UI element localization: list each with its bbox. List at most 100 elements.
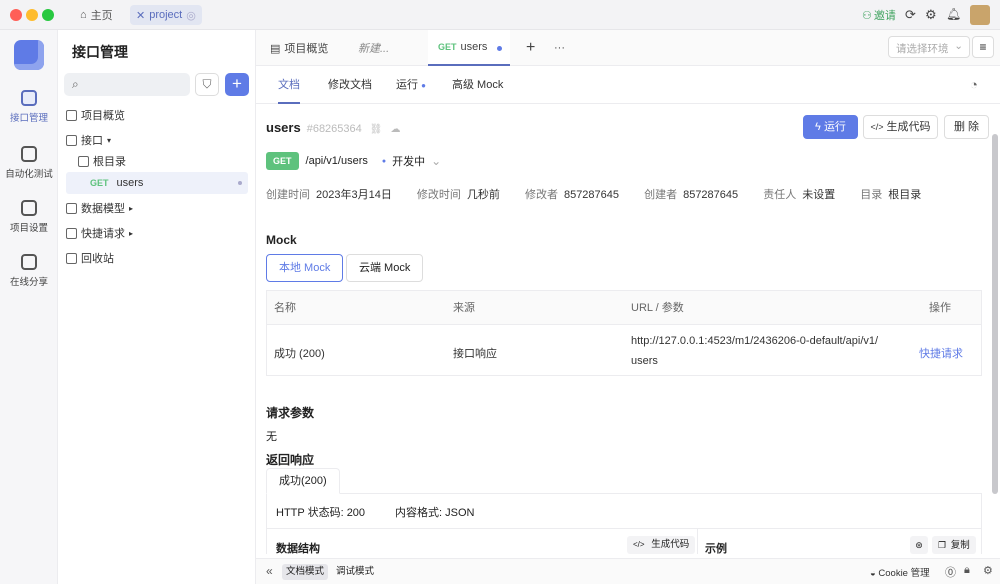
cloud-icon[interactable]: ☁	[390, 124, 400, 135]
run-button[interactable]: ϟ 运行	[803, 115, 858, 139]
subtab-advanced-mock[interactable]: 高级 Mock	[452, 66, 503, 104]
tree-item-data-models[interactable]: 数据模型 ▸	[66, 197, 248, 219]
left-nav-bar: 接口管理 自动化测试 项目设置 在线分享	[0, 30, 58, 584]
invite-button[interactable]: ⚇ 邀请	[862, 7, 896, 23]
response-tab-200[interactable]: 成功(200)	[266, 468, 340, 494]
new-tab-plus-icon[interactable]: +	[516, 30, 545, 66]
project-tab[interactable]: ✕ project ◎	[130, 5, 202, 25]
generate-code-label: 生成代码	[651, 539, 690, 550]
debug-mode-button[interactable]: 调试模式	[332, 564, 378, 580]
tree-item-users-endpoint[interactable]: GET users	[66, 172, 248, 194]
history-icon[interactable]: ◔	[970, 66, 978, 104]
more-icon[interactable]: ···	[544, 30, 575, 66]
caret-right-icon: ▸	[129, 228, 134, 238]
mock-name: 成功 (200)	[274, 348, 325, 360]
env-placeholder: 请选择环境	[896, 43, 949, 55]
tab-local-mock[interactable]: 本地 Mock	[266, 254, 344, 282]
mock-url[interactable]: http://127.0.0.1:4523/m1/2436206-0-defau…	[631, 335, 878, 347]
column-header: URL / 参数	[631, 302, 684, 314]
delete-button[interactable]: 删 除	[944, 115, 989, 139]
help-icon[interactable]: ⓪	[945, 564, 956, 580]
minimize-window-button[interactable]	[26, 9, 38, 21]
main-panel: ▤ 项目概览 新建... GET users + ··· 请选择环境 ⌄ ≡ 文…	[256, 30, 1000, 584]
method-badge: GET	[266, 152, 299, 170]
method-path-row: GET /api/v1/users ● 开发中 ⌄	[266, 152, 441, 170]
http-status-code: HTTP 状态码: 200	[276, 507, 366, 519]
meta-value: 857287645	[563, 189, 620, 201]
caret-right-icon: ▸	[129, 203, 134, 213]
copy-button[interactable]: ❐ 复制	[932, 536, 976, 554]
add-button[interactable]: +	[225, 73, 249, 96]
cookie-icon: ◒	[870, 568, 876, 579]
copy-label: 复制	[950, 540, 970, 551]
settings-gear-icon[interactable]: ⚙	[925, 7, 937, 23]
vertical-scrollbar[interactable]	[992, 134, 998, 494]
tab-cloud-mock[interactable]: 云端 Mock	[346, 254, 424, 282]
method-badge: GET	[438, 42, 457, 52]
meta-label: 修改者	[524, 189, 558, 201]
overview-icon: ▤	[270, 42, 281, 55]
subtab-run[interactable]: 运行 ●	[396, 66, 426, 104]
doc-content: users #68265364 ⛓ ☁ ϟ 运行 </> 生成代码 删 除 GE…	[256, 104, 1000, 554]
notification-bell-icon[interactable]: 🔔︎	[946, 7, 961, 21]
avatar[interactable]	[970, 5, 990, 25]
cookie-manager-button[interactable]: ◒ Cookie 管理	[870, 565, 930, 579]
tab-users[interactable]: GET users	[428, 30, 510, 66]
sidebar-title: 接口管理	[72, 44, 128, 60]
table-header	[267, 291, 981, 325]
collapse-sidebar-icon[interactable]: «	[266, 564, 273, 578]
tree-item-overview[interactable]: 项目概览	[66, 104, 248, 126]
mock-source: 接口响应	[453, 348, 497, 360]
maximize-window-button[interactable]	[42, 9, 54, 21]
project-tab-label: project	[149, 9, 183, 21]
tree-item-quick-requests[interactable]: 快捷请求 ▸	[66, 222, 248, 244]
code-icon: </>	[633, 540, 645, 549]
doc-mode-button[interactable]: 文档模式	[282, 564, 329, 580]
nav-project-settings[interactable]: 项目设置	[0, 200, 58, 234]
tree-item-api[interactable]: 接口 ▾	[66, 129, 248, 151]
quick-request-link[interactable]: 快捷请求	[919, 345, 963, 361]
response-title: 返回响应	[266, 453, 315, 467]
nav-label: 项目设置	[9, 223, 48, 234]
bottom-bar: « 文档模式 调试模式 ◒ Cookie 管理 ⓪ 🔒︎ ⚙	[256, 558, 1000, 584]
generate-code-button[interactable]: </> 生成代码	[863, 115, 938, 139]
api-path: /api/v1/users	[305, 155, 368, 167]
home-tab[interactable]: ⌂ 主页	[74, 5, 119, 25]
sync-icon[interactable]: ⟳	[905, 7, 916, 23]
project-settings-icon	[21, 200, 37, 216]
content-type: 内容格式: JSON	[395, 507, 475, 519]
mock-url[interactable]: users	[631, 355, 658, 367]
meta-value: 857287645	[683, 189, 739, 201]
status-dot-icon	[238, 181, 242, 185]
caret-down-icon: ▾	[107, 135, 112, 145]
app-logo	[14, 40, 44, 70]
tree-item-root[interactable]: 根目录	[78, 150, 248, 172]
settings-gear-icon[interactable]: ⚙	[983, 564, 993, 577]
subtab-doc[interactable]: 文档	[278, 66, 300, 104]
example-label: 示例	[705, 543, 727, 554]
chevron-down-icon[interactable]: ⌄	[431, 154, 441, 168]
nav-online-share[interactable]: 在线分享	[0, 254, 58, 288]
menu-icon[interactable]: ≡	[972, 36, 994, 58]
doc-subtabs: 文档 修改文档 运行 ● 高级 Mock ◔	[256, 66, 1000, 104]
api-status-select[interactable]: 开发中	[392, 153, 425, 169]
link-icon[interactable]: ⛓	[370, 124, 383, 135]
lock-icon[interactable]: 🔒︎	[964, 564, 970, 577]
format-icon[interactable]: ⊛	[910, 536, 928, 554]
tab-overview[interactable]: ▤ 项目概览	[260, 30, 338, 66]
nav-api-management[interactable]: 接口管理	[0, 90, 58, 124]
filter-icon[interactable]: ⛉	[195, 73, 219, 96]
tab-new[interactable]: 新建...	[348, 30, 399, 66]
close-window-button[interactable]	[10, 9, 22, 21]
subtab-edit[interactable]: 修改文档	[328, 66, 372, 104]
environment-select[interactable]: 请选择环境 ⌄	[888, 36, 970, 58]
search-input[interactable]: ⌕	[64, 73, 190, 96]
trash-icon	[66, 252, 77, 264]
tree-item-recycle-bin[interactable]: 回收站	[66, 247, 248, 269]
nav-automation-test[interactable]: 自动化测试	[0, 146, 58, 180]
schema-generate-code-button[interactable]: </> 生成代码	[627, 536, 696, 554]
indicator-dot-icon: ●	[421, 81, 426, 90]
api-header: users #68265364 ⛓ ☁	[266, 120, 400, 135]
api-folder-icon	[66, 134, 77, 146]
close-tab-icon[interactable]: ✕	[136, 9, 145, 22]
